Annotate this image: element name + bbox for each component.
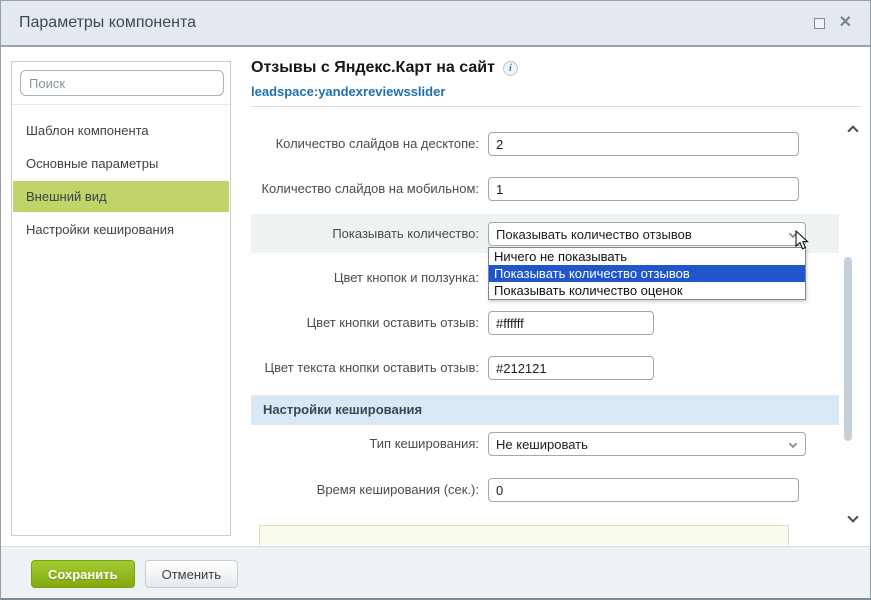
sidebar-item-cache-settings[interactable]: Настройки кеширования	[13, 214, 229, 245]
show-count-select[interactable]: Показывать количество отзывов	[488, 222, 806, 246]
scroll-up-icon[interactable]	[847, 125, 858, 136]
cache-type-selected-value: Не кешировать	[496, 437, 588, 452]
buttons-color-label: Цвет кнопок и ползунка:	[251, 266, 479, 290]
review-btn-text-color-input[interactable]	[488, 356, 654, 380]
page-title-row: Отзывы с Яндекс.Карт на сайт i	[251, 59, 518, 77]
chevron-down-icon	[789, 440, 797, 448]
header-divider	[251, 106, 861, 107]
sidebar-item-appearance[interactable]: Внешний вид	[13, 181, 229, 212]
dropdown-option-nothing[interactable]: Ничего не показывать	[489, 248, 805, 265]
main-panel: Отзывы с Яндекс.Карт на сайт i leadspace…	[251, 1, 871, 600]
cache-time-input[interactable]	[488, 478, 799, 502]
show-count-dropdown: Ничего не показывать Показывать количест…	[488, 247, 806, 300]
cache-type-select[interactable]: Не кешировать	[488, 432, 806, 456]
scroll-down-icon[interactable]	[847, 511, 858, 522]
dropdown-option-ratings[interactable]: Показывать количество оценок	[489, 282, 805, 299]
slides-mobile-label: Количество слайдов на мобильном:	[251, 177, 479, 201]
chevron-down-icon	[789, 230, 797, 238]
slides-mobile-input[interactable]	[488, 177, 799, 201]
slides-desktop-input[interactable]	[488, 132, 799, 156]
review-btn-color-label: Цвет кнопки оставить отзыв:	[251, 311, 479, 335]
cancel-button[interactable]: Отменить	[145, 560, 238, 588]
show-count-label: Показывать количество:	[251, 222, 479, 246]
info-icon[interactable]: i	[503, 61, 518, 76]
sidebar-item-main-parameters[interactable]: Основные параметры	[13, 148, 229, 179]
page-title: Отзывы с Яндекс.Карт на сайт	[251, 59, 495, 77]
review-btn-color-input[interactable]	[488, 311, 654, 335]
show-count-selected-value: Показывать количество отзывов	[496, 227, 692, 242]
sidebar-item-component-template[interactable]: Шаблон компонента	[13, 115, 229, 146]
sidebar: Шаблон компонента Основные параметры Вне…	[11, 61, 231, 536]
cache-settings-section-header: Настройки кеширования	[251, 395, 839, 425]
dialog-title: Параметры компонента	[19, 14, 196, 32]
save-button[interactable]: Сохранить	[31, 560, 135, 588]
sidebar-divider	[12, 104, 230, 105]
slides-desktop-label: Количество слайдов на десктопе:	[251, 132, 479, 156]
search-input[interactable]	[20, 70, 224, 96]
dropdown-option-reviews[interactable]: Показывать количество отзывов	[489, 265, 805, 282]
dialog-footer: Сохранить Отменить	[1, 546, 871, 600]
component-name-link[interactable]: leadspace:yandexreviewsslider	[251, 84, 445, 99]
cache-type-label: Тип кеширования:	[251, 432, 479, 456]
scrollbar-thumb[interactable]	[844, 257, 852, 441]
review-btn-text-color-label: Цвет текста кнопки оставить отзыв:	[251, 356, 479, 380]
cache-time-label: Время кеширования (сек.):	[251, 478, 479, 502]
component-parameters-dialog: Параметры компонента ✕ Шаблон компонента…	[0, 0, 871, 600]
clipped-notice-box	[259, 525, 789, 545]
